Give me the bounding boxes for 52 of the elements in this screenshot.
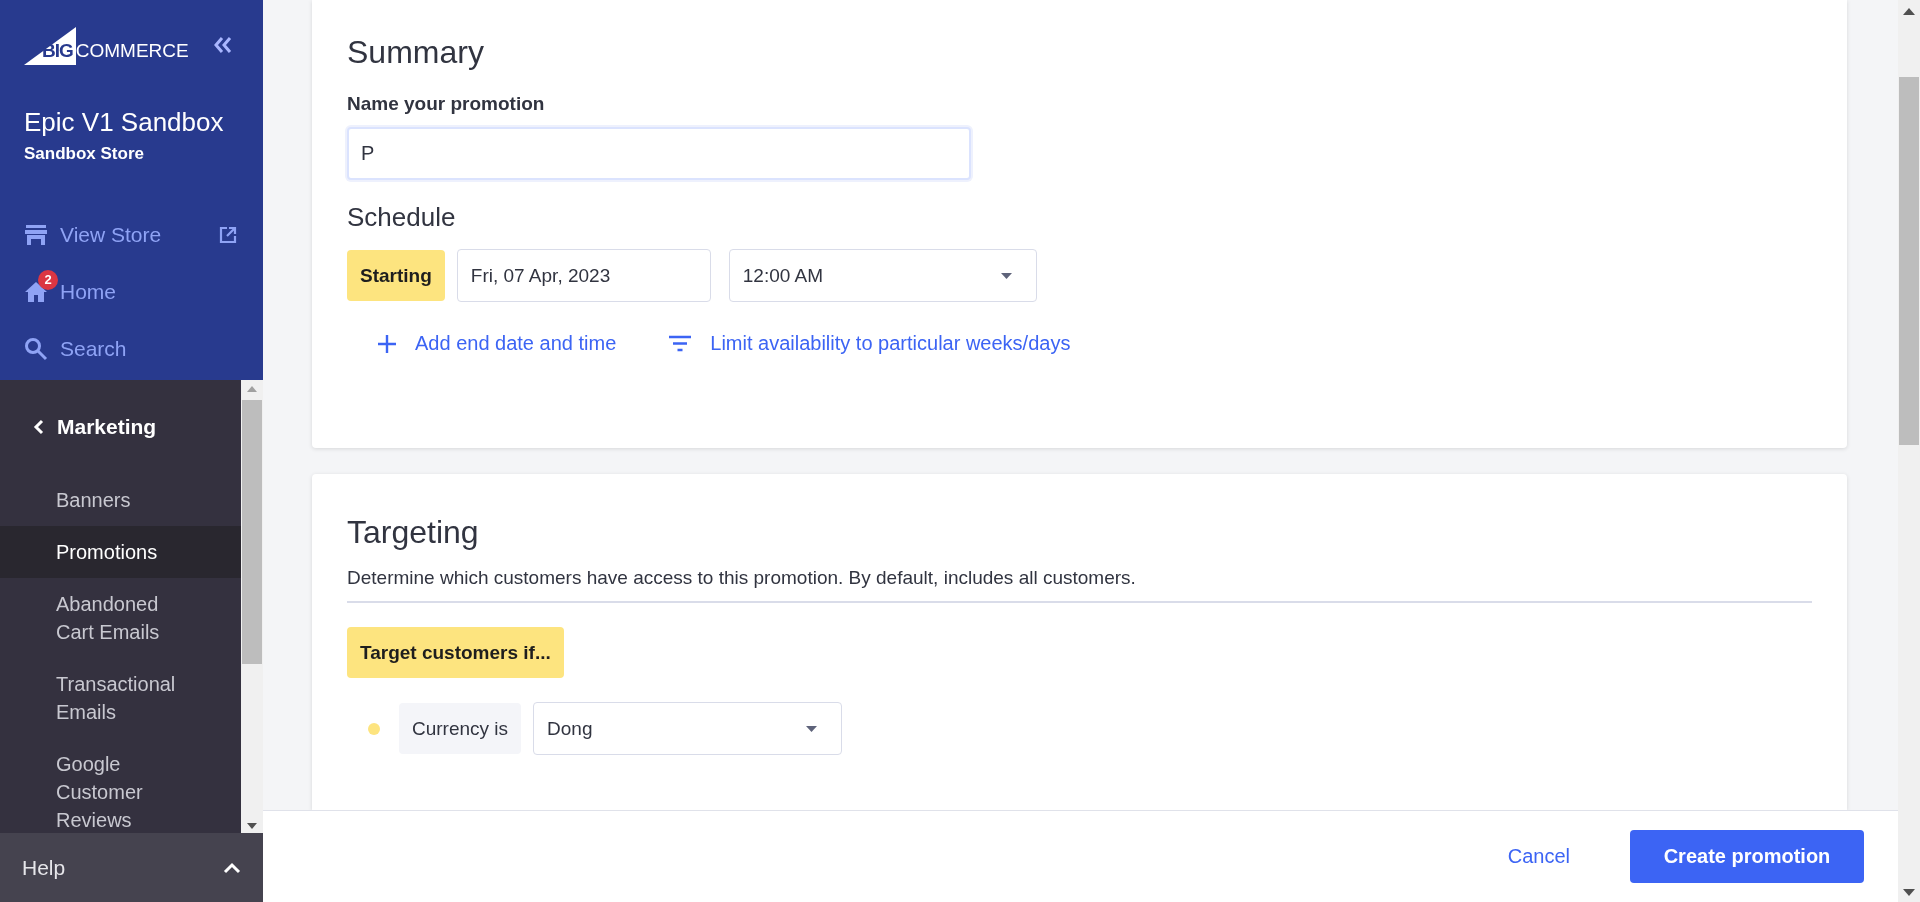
store-name: Epic V1 Sandbox [24,107,225,138]
section-back-link[interactable]: Marketing [0,415,241,439]
nav-link-label: Search [60,336,128,361]
plus-icon [377,333,397,354]
double-chevron-icon [213,36,233,54]
nav-link[interactable]: View Store [24,206,239,263]
caret-down-icon [1000,272,1012,279]
scroll-up-icon [247,386,257,392]
help-menu[interactable]: Help [0,833,263,902]
currency-select[interactable]: Dong [533,702,843,755]
starting-label: Starting [347,250,445,301]
cancel-button[interactable]: Cancel [1495,837,1582,876]
notification-badge: 2 [38,269,58,290]
caret-down-icon [806,725,818,732]
scroll-down-icon [1903,889,1915,896]
scroll-down-icon [247,823,257,829]
section-heading: Summary [347,34,485,71]
nav-link-label: View Store [60,222,163,247]
menu-item[interactable]: Transactional Emails [0,658,236,738]
name-input-field[interactable]: P [347,127,971,180]
nav-link[interactable]: Search [24,320,239,377]
filter-icon [668,333,693,354]
chevron-left-icon [33,419,45,435]
menu-item[interactable]: Abandoned Cart Emails [0,578,236,658]
create-promotion-button[interactable]: Create promotion [1630,830,1864,883]
search-icon [24,336,48,361]
scroll-up-icon [1903,8,1915,15]
chevron-up-icon [223,861,241,874]
field-label: Name your promotion [347,93,546,115]
menu-item[interactable]: Promotions [0,526,241,578]
nav-link[interactable]: 2 Home [24,263,239,320]
scrollbar-thumb[interactable] [242,400,262,664]
store-type: Sandbox Store [24,144,145,164]
storefront-icon [24,222,48,247]
section-title: Marketing [57,415,157,439]
nav-link-label: Home [60,279,118,304]
external-link-icon [219,225,237,244]
action-link[interactable]: Limit availability to particular weeks/days [668,332,1071,355]
date-input-field[interactable]: Fri, 07 Apr, 2023 [456,249,711,302]
scrollbar[interactable] [241,380,263,833]
scrollbar-thumb[interactable] [1899,77,1919,445]
collapse-button[interactable] [213,36,233,54]
scrollbar[interactable] [1898,0,1920,902]
condition-text: Currency is [399,703,522,754]
action-link[interactable]: Add end date and time [377,332,617,355]
description-text: Determine which customers have access to this promotion. By default, includes all customers. [347,567,1137,589]
section-subheading: Schedule [347,202,457,233]
help-label: Help [22,855,66,880]
menu-item[interactable]: Banners [0,474,236,526]
condition-label: Target customers if... [347,627,564,678]
time-select[interactable]: 12:00 AM [728,249,1037,302]
section-heading: Targeting [347,514,480,551]
